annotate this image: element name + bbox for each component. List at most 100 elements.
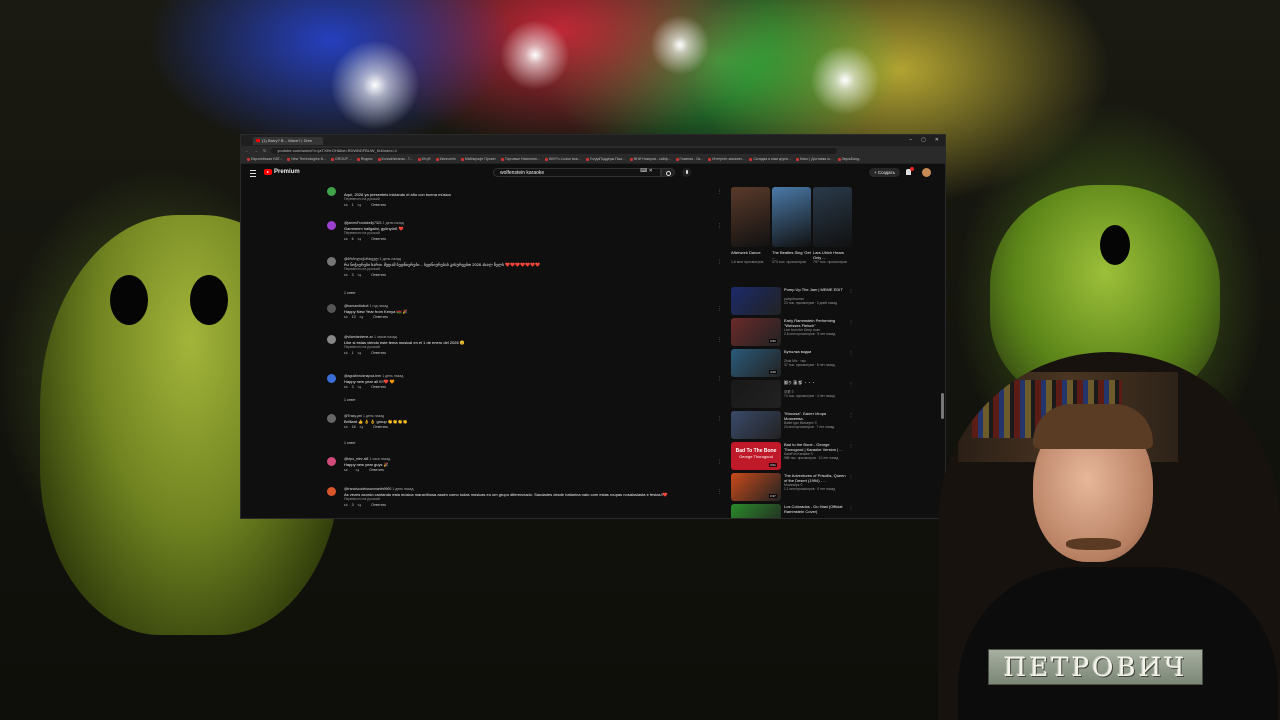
like-icon[interactable]: 👍︎ xyxy=(344,315,348,319)
reply-button[interactable]: Ответить xyxy=(371,203,386,207)
like-icon[interactable]: 👍︎ xyxy=(344,351,348,355)
reply-button[interactable]: Ответить xyxy=(371,273,386,277)
comment-more-icon[interactable]: ⋮ xyxy=(717,489,722,495)
comment-more-icon[interactable]: ⋮ xyxy=(717,306,722,312)
video-more-icon[interactable]: ⋮ xyxy=(849,319,853,324)
bookmark-item[interactable]: КолоаИкеанак - Т... xyxy=(378,157,413,161)
dislike-icon[interactable]: 👎︎ xyxy=(358,385,362,389)
comment-more-icon[interactable]: ⋮ xyxy=(717,337,722,343)
bookmark-item[interactable]: New Technologies N... xyxy=(287,157,326,161)
search-input[interactable]: wolfenstein karaoke xyxy=(493,168,661,177)
video-title[interactable]: Bad to the Bone - George Thorogood | Kar… xyxy=(784,442,846,452)
reply-button[interactable]: Ответить xyxy=(371,351,386,355)
maximize-button[interactable]: ▢ xyxy=(921,137,926,143)
video-more-icon[interactable]: ⋮ xyxy=(849,443,853,448)
search-button[interactable] xyxy=(661,168,675,177)
dislike-icon[interactable]: 👎︎ xyxy=(360,315,364,319)
bookmark-item[interactable]: Интернет-магазин... xyxy=(708,157,744,161)
video-title[interactable]: Pump Up The Jam | MEME EDIT xyxy=(784,287,846,292)
video-title[interactable]: Los Colorados - Du Hast (Official Rammst… xyxy=(784,504,846,514)
video-more-icon[interactable]: ⋮ xyxy=(849,474,853,479)
translate-link[interactable]: Перевести на русский xyxy=(344,231,380,235)
reply-button[interactable]: Ответить xyxy=(373,425,388,429)
reply-button[interactable]: Ответить xyxy=(371,237,386,241)
bookmark-item[interactable]: Европейская НАТ... xyxy=(247,157,282,161)
recommended-video[interactable]: 翻り 蓮 都 ・・・ 卒業 © 74 тыс. просмотров · 4 лет… xyxy=(731,380,861,410)
bookmark-item[interactable]: Главная - Ок... xyxy=(676,157,704,161)
bookmark-item[interactable]: Майнкрафт Проект xyxy=(461,157,496,161)
recommended-video[interactable]: Bad To The Bone George Thorogood 3:01 Bad t… xyxy=(731,442,861,472)
video-title[interactable]: The Adventures of Priscilla, Queen of th… xyxy=(784,473,846,483)
bookmark-item[interactable]: Яндекс xyxy=(357,157,373,161)
video-title[interactable]: Бутылка водки xyxy=(784,349,846,354)
bookmark-item[interactable]: Ютуб xyxy=(418,157,431,161)
video-more-icon[interactable]: ⋮ xyxy=(849,381,853,386)
like-icon[interactable]: 👍︎ xyxy=(344,237,348,241)
video-thumbnail[interactable] xyxy=(731,287,781,315)
back-icon[interactable]: ← xyxy=(245,148,249,153)
short-card[interactable]: The Beatles Sing 'Get ... 373 тыс. просмо… xyxy=(772,187,811,265)
comment-avatar[interactable] xyxy=(327,457,336,466)
video-more-icon[interactable]: ⋮ xyxy=(849,412,853,417)
like-icon[interactable]: 👍︎ xyxy=(344,385,348,389)
comment-more-icon[interactable]: ⋮ xyxy=(717,459,722,465)
page-scrollbar[interactable] xyxy=(941,393,944,419)
bookmark-item[interactable]: ВНИ Никоров - кайф... xyxy=(630,157,671,161)
video-title[interactable]: "Mocosa". Балет Игоря Моисеева. xyxy=(784,411,846,421)
comment-author[interactable]: @agustinruiznapoa-tnm xyxy=(344,374,381,378)
dislike-icon[interactable]: 👎︎ xyxy=(358,503,362,507)
reply-button[interactable]: Ответить xyxy=(369,468,384,472)
show-replies-button[interactable]: 1 ответ xyxy=(344,398,356,402)
bookmark-item[interactable]: ГолдаПоддерж.Пыа... xyxy=(586,157,625,161)
youtube-logo[interactable]: Premium xyxy=(264,169,300,175)
bookmark-item[interactable]: Торговые Нахеолин... xyxy=(501,157,540,161)
short-thumbnail[interactable] xyxy=(813,187,852,247)
close-button[interactable]: ✕ xyxy=(935,137,939,143)
video-thumbnail[interactable] xyxy=(731,380,781,408)
translate-link[interactable]: Перевести на русский xyxy=(344,497,380,501)
notifications-bell-icon[interactable] xyxy=(906,167,914,175)
comment-more-icon[interactable]: ⋮ xyxy=(717,416,722,422)
recommended-video[interactable]: Pump Up The Jam | MEME EDIT pumpitnormm 23… xyxy=(731,287,861,317)
comment-more-icon[interactable]: ⋮ xyxy=(717,376,722,382)
recommended-video[interactable]: 3:52 Early Rammstein Performing "Weisses … xyxy=(731,318,861,348)
bookmark-item[interactable]: Will Fu Loulue мок... xyxy=(545,157,581,161)
comment-author[interactable]: @vilamfanbene-zx xyxy=(344,335,373,339)
comment-author[interactable]: @franciscodelosanmartin9900 xyxy=(344,487,391,491)
recommended-video[interactable]: 3:37 The Adventures of Priscilla, Queen o… xyxy=(731,473,861,503)
like-icon[interactable]: 👍︎ xyxy=(344,468,348,472)
recommended-video[interactable]: Los Colorados - Du Hast (Official Rammst… xyxy=(731,504,861,518)
video-more-icon[interactable]: ⋮ xyxy=(849,505,853,510)
microphone-icon[interactable] xyxy=(682,168,691,177)
video-thumbnail[interactable] xyxy=(731,504,781,518)
dislike-icon[interactable]: 👎︎ xyxy=(360,425,364,429)
comment-avatar[interactable] xyxy=(327,221,336,230)
video-thumbnail[interactable] xyxy=(731,411,781,439)
comment-author[interactable]: @Tracy-pni xyxy=(344,414,362,418)
dislike-icon[interactable]: 👎︎ xyxy=(358,351,362,355)
video-more-icon[interactable]: ⋮ xyxy=(849,288,853,293)
dislike-icon[interactable]: 👎︎ xyxy=(358,203,362,207)
dislike-icon[interactable]: 👎︎ xyxy=(358,237,362,241)
short-thumbnail[interactable] xyxy=(772,187,811,247)
account-avatar[interactable] xyxy=(922,168,931,177)
translate-link[interactable]: Перевести на русский xyxy=(344,345,380,349)
reply-button[interactable]: Ответить xyxy=(371,385,386,389)
short-thumbnail[interactable] xyxy=(731,187,770,247)
forward-icon[interactable]: → xyxy=(254,148,258,153)
dislike-icon[interactable]: 👎︎ xyxy=(356,468,360,472)
comment-more-icon[interactable]: ⋮ xyxy=(717,223,722,229)
comment-more-icon[interactable]: ⋮ xyxy=(717,259,722,265)
comment-author[interactable]: @jamesFrostabelly7321 xyxy=(344,221,382,225)
comment-avatar[interactable] xyxy=(327,414,336,423)
recommended-video[interactable]: 4:20 Бутылка водки Zhuk Mix · тыс. 37 тыс. … xyxy=(731,349,861,379)
recommended-video[interactable]: "Mocosa". Балет Игоря Моисеева. Ballet Ig… xyxy=(731,411,861,441)
short-card[interactable]: Afterwork Dance 1,6 млн просмотров xyxy=(731,187,770,265)
url-field[interactable]: youtube.com/watch?v=jaTXlHrOH&list=RDWBD… xyxy=(271,147,838,154)
video-title[interactable]: Early Rammstein Performing "Weisses Flei… xyxy=(784,318,846,328)
bookmark-item[interactable]: Мясо | Доставка м... xyxy=(796,157,833,161)
comment-avatar[interactable] xyxy=(327,257,336,266)
like-icon[interactable]: 👍︎ xyxy=(344,203,348,207)
show-replies-button[interactable]: 1 ответ xyxy=(344,441,356,445)
like-icon[interactable]: 👍︎ xyxy=(344,425,348,429)
